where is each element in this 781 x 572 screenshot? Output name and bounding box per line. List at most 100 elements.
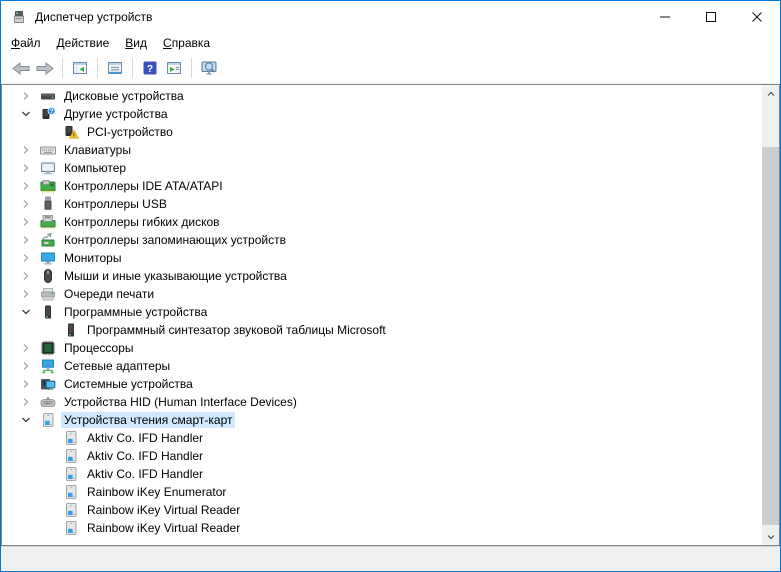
- warning-device-icon: !: [63, 124, 79, 140]
- toolbar-separator: [62, 58, 63, 78]
- tree-item[interactable]: Компьютер: [2, 159, 762, 177]
- tree-item-label: Дисковые устройства: [61, 88, 187, 104]
- window-title: Диспетчер устройств: [35, 10, 152, 24]
- chevron-right-icon[interactable]: [18, 214, 34, 230]
- chevron-right-icon[interactable]: [18, 340, 34, 356]
- tree-item[interactable]: Rainbow iKey Enumerator: [2, 483, 762, 501]
- chevron-right-icon[interactable]: [18, 232, 34, 248]
- smartcard-reader-icon: [63, 466, 79, 482]
- chevron-right-icon[interactable]: [18, 358, 34, 374]
- show-action-pane-button[interactable]: [162, 56, 186, 80]
- chevron-down-icon[interactable]: [18, 304, 34, 320]
- tree-item[interactable]: Мыши и иные указывающие устройства: [2, 267, 762, 285]
- tree-item[interactable]: ! PCI-устройство: [2, 123, 762, 141]
- tree-item[interactable]: Системные устройства: [2, 375, 762, 393]
- minimize-button[interactable]: [642, 1, 688, 32]
- forward-button[interactable]: [33, 56, 57, 80]
- tree-item[interactable]: Контроллеры гибких дисков: [2, 213, 762, 231]
- scan-hardware-changes-button[interactable]: [197, 56, 221, 80]
- scroll-up-icon[interactable]: [762, 85, 779, 102]
- chevron-down-icon[interactable]: [18, 106, 34, 122]
- chevron-right-icon[interactable]: [18, 376, 34, 392]
- menu-view[interactable]: Вид: [117, 34, 155, 52]
- chevron-right-icon[interactable]: [18, 286, 34, 302]
- action-pane-icon: [166, 60, 182, 76]
- properties-button[interactable]: [103, 56, 127, 80]
- menu-help[interactable]: Справка: [155, 34, 218, 52]
- tree-item[interactable]: Контроллеры IDE ATA/ATAPI: [2, 177, 762, 195]
- vertical-scrollbar[interactable]: [762, 85, 779, 545]
- storage-controller-icon: [40, 232, 56, 248]
- tree-item-label: Rainbow iKey Enumerator: [84, 484, 229, 500]
- device-tree: Дисковые устройства?Другие устройства! PC…: [2, 85, 762, 545]
- tree-item[interactable]: Контроллеры запоминающих устройств: [2, 231, 762, 249]
- chevron-spacer: [41, 520, 57, 536]
- chevron-right-icon[interactable]: [18, 160, 34, 176]
- arrow-right-icon: [35, 61, 55, 76]
- close-button[interactable]: [734, 1, 780, 32]
- monitor-icon: [40, 250, 56, 266]
- smartcard-reader-icon: [63, 430, 79, 446]
- maximize-button[interactable]: [688, 1, 734, 32]
- tree-item[interactable]: ?Другие устройства: [2, 105, 762, 123]
- tree-item[interactable]: Мониторы: [2, 249, 762, 267]
- toolbar-separator: [132, 58, 133, 78]
- chevron-right-icon[interactable]: [18, 88, 34, 104]
- tree-item[interactable]: Программный синтезатор звуковой таблицы …: [2, 321, 762, 339]
- tree-item-label: Aktiv Co. IFD Handler: [84, 430, 206, 446]
- smartcard-reader-icon: [63, 520, 79, 536]
- title-bar: Диспетчер устройств: [1, 1, 780, 32]
- maximize-icon: [705, 11, 717, 23]
- menu-file[interactable]: Файл: [3, 34, 49, 52]
- chevron-right-icon[interactable]: [18, 268, 34, 284]
- window-controls: [642, 1, 780, 32]
- minimize-icon: [659, 11, 671, 23]
- menu-bar: ФайлДействиеВидСправка: [1, 32, 780, 53]
- tree-item[interactable]: Очереди печати: [2, 285, 762, 303]
- tree-item[interactable]: Rainbow iKey Virtual Reader: [2, 501, 762, 519]
- tree-item[interactable]: Aktiv Co. IFD Handler: [2, 465, 762, 483]
- chevron-right-icon[interactable]: [18, 178, 34, 194]
- tree-item[interactable]: Контроллеры USB: [2, 195, 762, 213]
- tree-item-label: Устройства HID (Human Interface Devices): [61, 394, 300, 410]
- tree-item-label: Rainbow iKey Virtual Reader: [84, 520, 243, 536]
- menu-action[interactable]: Действие: [49, 34, 118, 52]
- chevron-right-icon[interactable]: [18, 250, 34, 266]
- tree-item[interactable]: Rainbow iKey Virtual Reader: [2, 519, 762, 537]
- chevron-right-icon[interactable]: [18, 394, 34, 410]
- scrollbar-thumb[interactable]: [762, 147, 779, 525]
- chevron-down-icon[interactable]: [18, 412, 34, 428]
- scroll-down-icon[interactable]: [762, 528, 779, 545]
- toolbar: ?: [1, 53, 780, 84]
- tree-item[interactable]: Устройства чтения смарт-карт: [2, 411, 762, 429]
- tree-item[interactable]: Дисковые устройства: [2, 87, 762, 105]
- cpu-icon: [40, 340, 56, 356]
- tree-item-label: Программные устройства: [61, 304, 210, 320]
- network-adapter-icon: [40, 358, 56, 374]
- chevron-spacer: [41, 502, 57, 518]
- show-console-tree-button[interactable]: [68, 56, 92, 80]
- tree-item-label: Системные устройства: [61, 376, 196, 392]
- tree-item-label: Очереди печати: [61, 286, 157, 302]
- tree-item[interactable]: Сетевые адаптеры: [2, 357, 762, 375]
- tree-item-label: Контроллеры USB: [61, 196, 170, 212]
- chevron-right-icon[interactable]: [18, 142, 34, 158]
- device-manager-icon: [11, 9, 27, 25]
- tree-item[interactable]: Процессоры: [2, 339, 762, 357]
- tree-item[interactable]: Клавиатуры: [2, 141, 762, 159]
- tree-item[interactable]: Aktiv Co. IFD Handler: [2, 447, 762, 465]
- back-button[interactable]: [9, 56, 33, 80]
- tree-item[interactable]: Aktiv Co. IFD Handler: [2, 429, 762, 447]
- tree-item[interactable]: Устройства HID (Human Interface Devices): [2, 393, 762, 411]
- tree-item-label: Программный синтезатор звуковой таблицы …: [84, 322, 389, 338]
- chevron-spacer: [41, 430, 57, 446]
- chevron-right-icon[interactable]: [18, 196, 34, 212]
- help-button[interactable]: ?: [138, 56, 162, 80]
- tree-item-label: Сетевые адаптеры: [61, 358, 173, 374]
- toolbar-separator: [191, 58, 192, 78]
- tree-item-label: PCI-устройство: [84, 124, 176, 140]
- tree-item-label: Процессоры: [61, 340, 137, 356]
- printer-icon: [40, 286, 56, 302]
- tree-item[interactable]: Программные устройства: [2, 303, 762, 321]
- tree-item-label: Aktiv Co. IFD Handler: [84, 466, 206, 482]
